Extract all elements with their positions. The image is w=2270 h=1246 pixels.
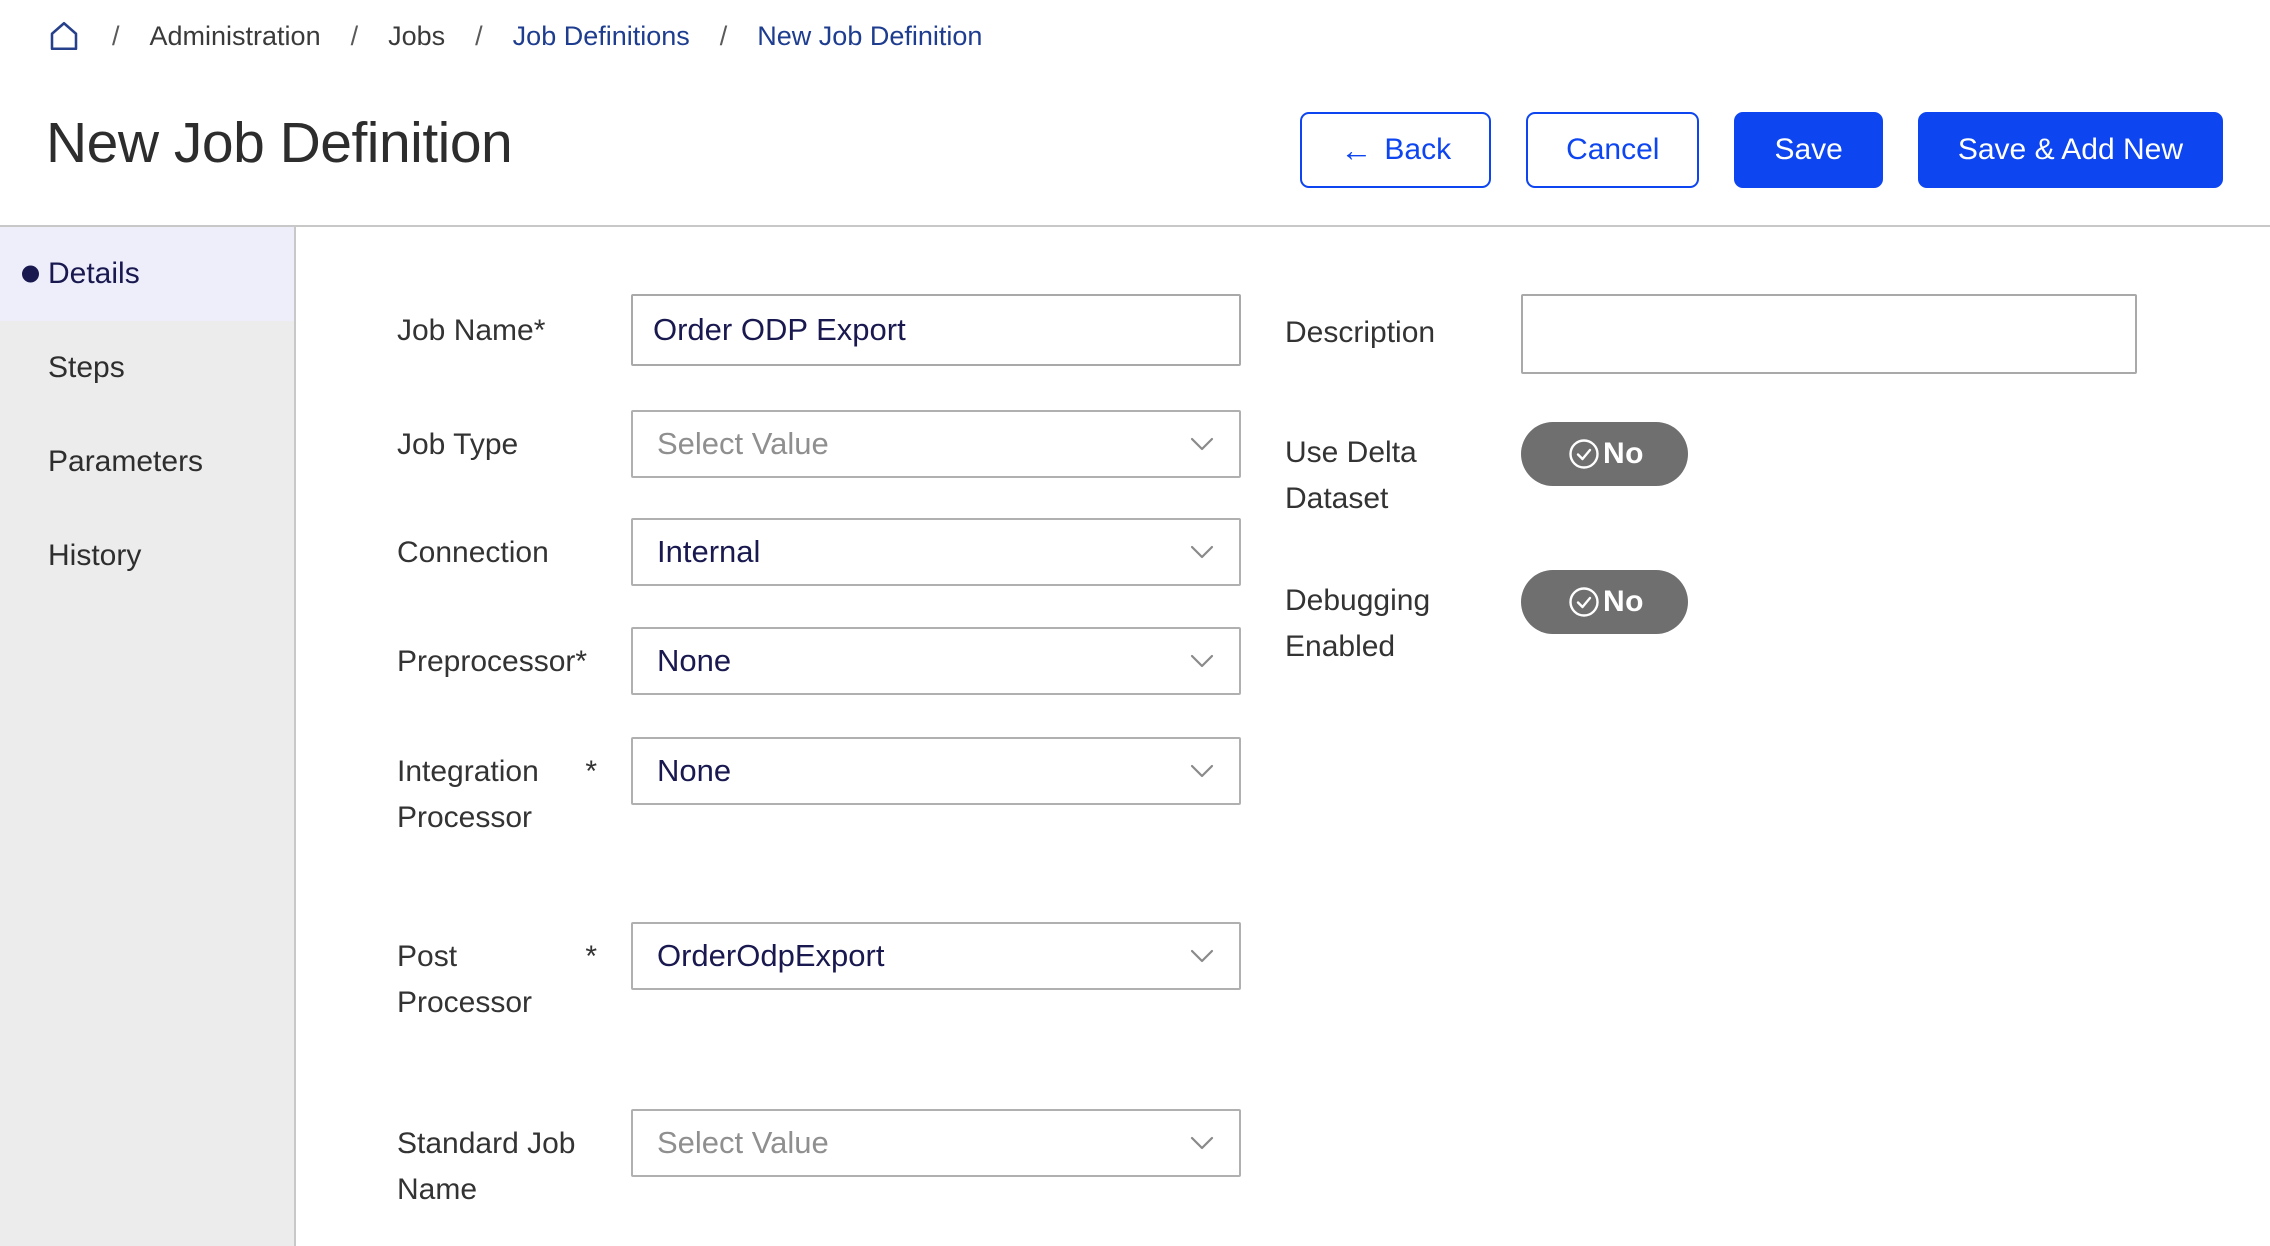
sidebar-item-label: Parameters [48, 445, 203, 479]
use-delta-dataset-toggle[interactable]: No [1521, 422, 1688, 486]
connection-select[interactable]: Internal [631, 518, 1241, 586]
breadcrumb-separator: / [720, 21, 728, 52]
sidebar-item-label: History [48, 539, 141, 573]
back-button[interactable]: ← Back [1300, 112, 1491, 188]
save-button-label: Save [1774, 133, 1842, 167]
description-label: Description [1285, 294, 1521, 356]
connection-row: Connection Internal [397, 518, 1241, 586]
check-circle-icon [1565, 583, 1603, 621]
integration-processor-row: Integration* Processor None [397, 737, 1241, 841]
job-type-select[interactable]: Select Value [631, 410, 1241, 478]
details-form: Job Name* Job Type Select Value [298, 227, 2270, 1246]
breadcrumb-separator: / [475, 21, 483, 52]
job-name-row: Job Name* [397, 294, 1241, 366]
debugging-enabled-toggle[interactable]: No [1521, 570, 1688, 634]
sidebar-item-parameters[interactable]: Parameters [0, 415, 294, 509]
save-button[interactable]: Save [1734, 112, 1882, 188]
post-processor-value: OrderOdpExport [657, 938, 884, 974]
chevron-down-icon [1189, 763, 1215, 779]
preprocessor-select[interactable]: None [631, 627, 1241, 695]
chevron-down-icon [1189, 1135, 1215, 1151]
job-name-label: Job Name* [397, 294, 631, 354]
breadcrumb-new-job-definition[interactable]: New Job Definition [757, 21, 982, 52]
required-asterisk: * [585, 749, 597, 795]
job-type-label: Job Type [397, 410, 631, 468]
job-type-row: Job Type Select Value [397, 410, 1241, 478]
cancel-button[interactable]: Cancel [1526, 112, 1699, 188]
standard-job-name-row: Standard Job Name Select Value [397, 1109, 1241, 1213]
job-type-placeholder: Select Value [657, 426, 829, 462]
new-job-definition-page: / Administration / Jobs / Job Definition… [0, 0, 2270, 1246]
sidebar-item-details[interactable]: Details [0, 227, 294, 321]
sidebar-item-steps[interactable]: Steps [0, 321, 294, 415]
required-asterisk: * [575, 645, 587, 678]
breadcrumb-job-definitions[interactable]: Job Definitions [513, 21, 690, 52]
form-right-column: Description Use Delta Dataset [1285, 294, 2137, 1246]
breadcrumb-jobs[interactable]: Jobs [388, 21, 445, 52]
page-title: New Job Definition [46, 110, 512, 176]
standard-job-name-label: Standard Job Name [397, 1109, 631, 1213]
chevron-down-icon [1189, 544, 1215, 560]
save-add-new-button-label: Save & Add New [1958, 133, 2183, 167]
sidebar-item-label: Details [48, 257, 140, 291]
connection-value: Internal [657, 534, 760, 570]
check-circle-icon [1565, 435, 1603, 473]
toggle-value: No [1603, 437, 1644, 471]
debugging-enabled-label: Debugging Enabled [1285, 570, 1521, 670]
sidebar-item-label: Steps [48, 351, 125, 385]
connection-label: Connection [397, 518, 631, 576]
required-asterisk: * [585, 934, 597, 980]
integration-processor-value: None [657, 753, 731, 789]
preprocessor-label: Preprocessor* [397, 627, 631, 685]
header-actions: ← Back Cancel Save Save & Add New [1300, 112, 2223, 188]
form-left-column: Job Name* Job Type Select Value [397, 294, 1241, 1246]
cancel-button-label: Cancel [1566, 133, 1659, 167]
toggle-value: No [1603, 585, 1644, 619]
breadcrumb-administration[interactable]: Administration [150, 21, 321, 52]
preprocessor-row: Preprocessor* None [397, 627, 1241, 695]
save-add-new-button[interactable]: Save & Add New [1918, 112, 2223, 188]
standard-job-name-select[interactable]: Select Value [631, 1109, 1241, 1177]
use-delta-dataset-label: Use Delta Dataset [1285, 422, 1521, 522]
chevron-down-icon [1189, 948, 1215, 964]
breadcrumb-separator: / [112, 21, 120, 52]
job-name-input[interactable] [631, 294, 1241, 366]
post-processor-row: Post* Processor OrderOdpExport [397, 922, 1241, 1026]
preprocessor-value: None [657, 643, 731, 679]
integration-processor-select[interactable]: None [631, 737, 1241, 805]
back-button-label: Back [1384, 133, 1451, 167]
use-delta-dataset-row: Use Delta Dataset No [1285, 422, 2137, 522]
chevron-down-icon [1189, 436, 1215, 452]
chevron-down-icon [1189, 653, 1215, 669]
breadcrumb-separator: / [351, 21, 359, 52]
post-processor-label: Post* Processor [397, 922, 631, 1026]
post-processor-select[interactable]: OrderOdpExport [631, 922, 1241, 990]
sidebar-item-history[interactable]: History [0, 509, 294, 603]
home-icon[interactable] [46, 18, 82, 54]
required-asterisk: * [534, 314, 546, 347]
back-arrow-icon: ← [1340, 134, 1372, 166]
integration-processor-label: Integration* Processor [397, 737, 631, 841]
description-row: Description [1285, 294, 2137, 379]
sidebar: Details Steps Parameters History [0, 227, 296, 1246]
standard-job-name-placeholder: Select Value [657, 1125, 829, 1161]
active-bullet-icon [22, 266, 39, 283]
breadcrumb: / Administration / Jobs / Job Definition… [46, 18, 982, 54]
debugging-enabled-row: Debugging Enabled No [1285, 570, 2137, 670]
description-input[interactable] [1521, 294, 2137, 374]
